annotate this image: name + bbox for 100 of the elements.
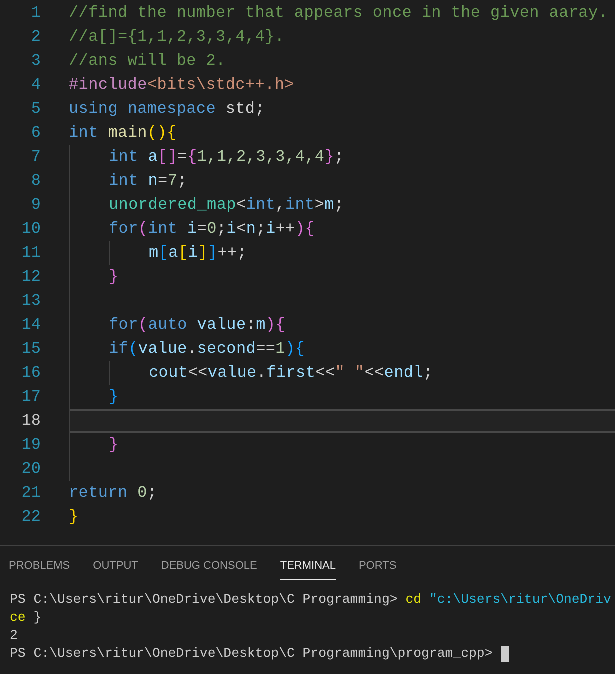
code-token: main — [108, 123, 148, 144]
line-number: 4 — [30, 75, 41, 96]
panel-tab[interactable]: PROBLEMS — [9, 558, 70, 580]
code-token: : — [246, 315, 256, 336]
code-token: == — [256, 339, 276, 360]
code-token: { — [187, 147, 198, 168]
code-token: } — [109, 267, 119, 288]
code-token: m — [256, 315, 266, 336]
panel-tab[interactable]: OUTPUT — [93, 558, 138, 580]
code-token: //a[]={1,1,2,3,3,4,4}. — [69, 27, 285, 48]
terminal-text: PS C:\Users\ritur\OneDrive\Desktop\C Programming\program_cpp> — [10, 644, 494, 662]
terminal-text: } — [32, 608, 42, 626]
code-token: , — [276, 195, 286, 216]
code-token: ; — [178, 171, 188, 192]
code-token: } — [109, 387, 119, 408]
code-token: (){ — [147, 123, 177, 144]
code-token: = — [197, 219, 208, 240]
code-token: { — [305, 219, 315, 240]
line-number: 7 — [30, 147, 41, 168]
code-token: //find the number that appears once in the given aaray. — [69, 3, 608, 24]
code-token: ) — [266, 315, 276, 336]
code-token: ( — [138, 315, 148, 336]
line-number: 3 — [30, 51, 41, 72]
code-token: int — [69, 123, 100, 144]
code-token: ( — [138, 219, 148, 240]
code-token: a — [148, 147, 158, 168]
terminal[interactable]: PS C:\Users\ritur\OneDrive\Desktop\C Programming> cd "c:\Users\ritur\OneDriv ce } 2 PS C:\Users\ritur\OneDrive\Desktop\C Programming\program_cpp> — [0, 590, 615, 662]
code-token: ] — [208, 243, 218, 264]
terminal-text: 2 — [10, 626, 18, 644]
terminal-text: PS C:\Users\ritur\OneDrive\Desktop\C Programming> — [10, 590, 399, 608]
code-token: > — [314, 195, 325, 216]
code-token: n — [246, 219, 256, 240]
line-number: 10 — [20, 219, 41, 240]
code-token: } — [109, 435, 119, 456]
code-token: << — [316, 363, 336, 384]
line-number: 8 — [30, 171, 41, 192]
code-token: } — [324, 147, 334, 168]
code-token: ) — [285, 339, 296, 360]
code-token: { — [276, 315, 286, 336]
line-number: 21 — [20, 483, 41, 504]
code-token: " " — [335, 363, 365, 384]
code-token: first — [266, 363, 316, 384]
code-token: #include — [69, 75, 148, 96]
code-token: 0 — [207, 219, 217, 240]
terminal-text: "c:\Users\ritur\OneDriv — [428, 590, 612, 608]
line-number: 6 — [30, 123, 41, 144]
line-number: 12 — [20, 267, 41, 288]
line-number: 2 — [30, 27, 41, 48]
panel-tab[interactable]: DEBUG CONSOLE — [161, 558, 258, 580]
code-token: = — [178, 147, 188, 168]
code-token: ; — [424, 363, 434, 384]
code-token: auto — [148, 315, 188, 336]
code-token: return — [69, 483, 129, 504]
line-number: 11 — [20, 243, 41, 264]
code-token: ) — [295, 219, 306, 240]
code-token: value — [138, 339, 188, 360]
code-token: < — [236, 219, 246, 240]
code-token: int — [148, 219, 179, 240]
terminal-text: ce — [10, 608, 26, 626]
line-number: 17 — [20, 387, 41, 408]
code-token: . — [187, 339, 198, 360]
code-token: i — [188, 243, 198, 264]
line-number: 15 — [20, 339, 41, 360]
code-token: 1 — [276, 339, 286, 360]
code-token: ; — [334, 147, 344, 168]
panel-tab[interactable]: TERMINAL — [280, 558, 336, 580]
code-token: value — [208, 363, 257, 384]
code-token: namespace — [128, 99, 218, 120]
code-token: ; — [147, 483, 158, 504]
code-token: } — [69, 507, 79, 528]
code-token: { — [295, 339, 306, 360]
code-token: int — [109, 147, 140, 168]
code-token: using — [69, 99, 120, 120]
code-token: int — [285, 195, 315, 216]
line-number: 20 — [20, 459, 41, 480]
code-token: i — [226, 219, 236, 240]
code-token: ; — [216, 219, 227, 240]
code-token: int — [246, 195, 276, 216]
code-token: if — [109, 339, 129, 360]
line-number: 18 — [20, 411, 41, 432]
code-token: int — [109, 171, 140, 192]
code-token: < — [236, 195, 246, 216]
panel-tab[interactable]: PORTS — [358, 558, 397, 580]
code-token: . — [256, 363, 267, 384]
line-number: 13 — [20, 291, 41, 312]
code-token: ++; — [218, 243, 248, 264]
line-number: 1 — [30, 3, 41, 24]
code-token: ( — [128, 339, 138, 360]
code-token: ++ — [276, 219, 296, 240]
code-token: 1,1,2,3,3,4,4 — [197, 147, 325, 168]
code-token: ; — [334, 195, 344, 216]
code-token: for — [109, 219, 138, 240]
code-token: m — [324, 195, 334, 216]
line-number: 14 — [20, 315, 41, 336]
code-token: << — [188, 363, 208, 384]
line-number: 22 — [20, 507, 41, 528]
code-token: unordered_map — [109, 195, 236, 216]
code-token: <bits\stdc++.h> — [147, 75, 294, 96]
code-token: [] — [158, 147, 178, 168]
code-token: [ — [178, 243, 188, 264]
